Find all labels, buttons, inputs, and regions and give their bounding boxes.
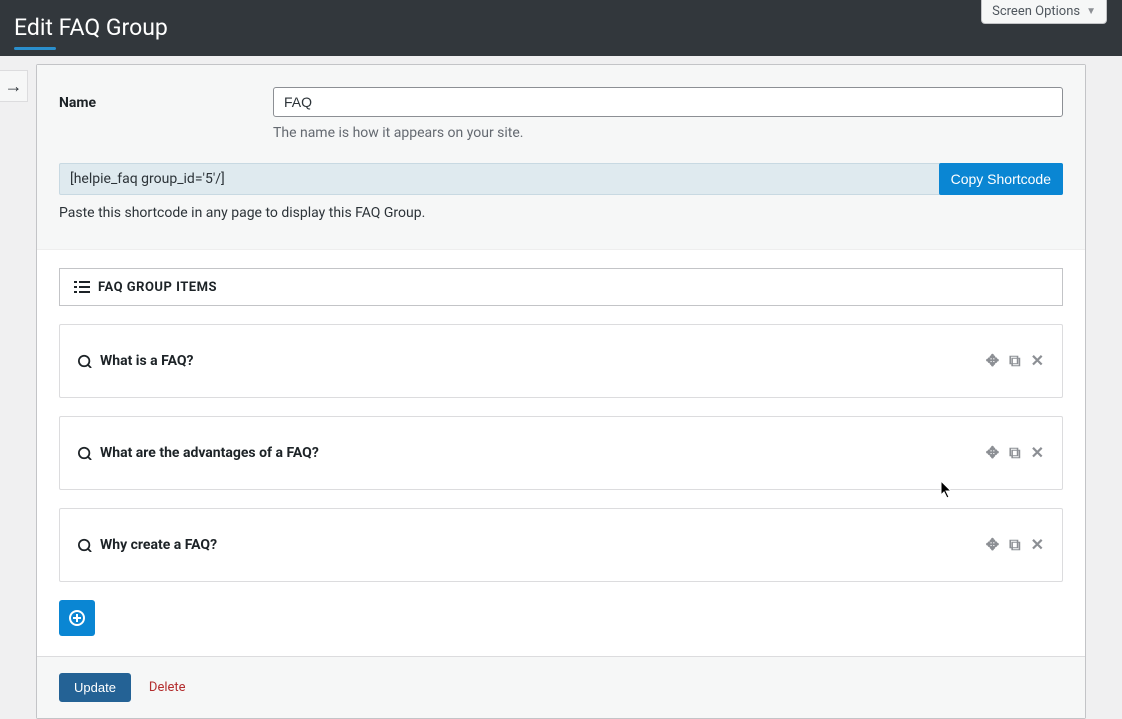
copy-icon[interactable]: ⧉ bbox=[1009, 537, 1020, 553]
move-icon[interactable]: ✥ bbox=[986, 537, 999, 553]
add-faq-button[interactable] bbox=[59, 600, 95, 636]
faq-item[interactable]: What are the advantages of a FAQ? ✥ ⧉ ✕ bbox=[59, 416, 1063, 490]
copy-icon[interactable]: ⧉ bbox=[1009, 445, 1020, 461]
screen-options-label: Screen Options bbox=[992, 4, 1080, 19]
name-input[interactable] bbox=[273, 87, 1063, 117]
list-icon bbox=[74, 279, 90, 295]
edit-faq-metabox: Name The name is how it appears on your … bbox=[36, 64, 1086, 719]
question-icon bbox=[78, 446, 92, 460]
move-icon[interactable]: ✥ bbox=[986, 353, 999, 369]
question-icon bbox=[78, 354, 92, 368]
name-hint-text: The name is how it appears on your site. bbox=[273, 125, 1063, 141]
close-icon[interactable]: ✕ bbox=[1031, 353, 1044, 369]
title-underline bbox=[14, 47, 56, 50]
screen-options-button[interactable]: Screen Options ▼ bbox=[981, 0, 1107, 24]
close-icon[interactable]: ✕ bbox=[1031, 537, 1044, 553]
question-icon bbox=[78, 538, 92, 552]
sidebar-expand-button[interactable]: → bbox=[0, 70, 28, 102]
meta-settings: Name The name is how it appears on your … bbox=[37, 65, 1085, 250]
faq-item[interactable]: Why create a FAQ? ✥ ⧉ ✕ bbox=[59, 508, 1063, 582]
plus-icon bbox=[69, 610, 85, 626]
copy-shortcode-button[interactable]: Copy Shortcode bbox=[939, 163, 1063, 195]
group-items-section: FAQ GROUP ITEMS What is a FAQ? ✥ ⧉ ✕ bbox=[37, 250, 1085, 656]
item-actions: ✥ ⧉ ✕ bbox=[986, 445, 1044, 461]
publish-bar: Update Delete bbox=[37, 656, 1085, 718]
faq-item[interactable]: What is a FAQ? ✥ ⧉ ✕ bbox=[59, 324, 1063, 398]
item-actions: ✥ ⧉ ✕ bbox=[986, 537, 1044, 553]
name-field-label: Name bbox=[59, 87, 249, 111]
page-title: Edit FAQ Group bbox=[0, 0, 1122, 41]
arrow-right-icon: → bbox=[5, 76, 23, 97]
copy-icon[interactable]: ⧉ bbox=[1009, 353, 1020, 369]
close-icon[interactable]: ✕ bbox=[1031, 445, 1044, 461]
shortcode-bar: [helpie_faq group_id='5'/] Copy Shortcod… bbox=[59, 163, 1063, 195]
group-items-header-label: FAQ GROUP ITEMS bbox=[98, 280, 217, 295]
shortcode-section: [helpie_faq group_id='5'/] Copy Shortcod… bbox=[59, 163, 1063, 221]
name-row: Name The name is how it appears on your … bbox=[59, 87, 1063, 141]
main-content: Name The name is how it appears on your … bbox=[0, 64, 1122, 719]
faq-item-title: What are the advantages of a FAQ? bbox=[100, 445, 986, 461]
move-icon[interactable]: ✥ bbox=[986, 445, 999, 461]
group-items-header: FAQ GROUP ITEMS bbox=[59, 268, 1063, 306]
shortcode-text: [helpie_faq group_id='5'/] bbox=[70, 171, 939, 187]
chevron-down-icon: ▼ bbox=[1086, 6, 1096, 17]
admin-top-bar: Screen Options ▼ Edit FAQ Group bbox=[0, 0, 1122, 56]
item-actions: ✥ ⧉ ✕ bbox=[986, 353, 1044, 369]
update-button[interactable]: Update bbox=[59, 673, 131, 702]
shortcode-hint-text: Paste this shortcode in any page to disp… bbox=[59, 205, 1063, 221]
faq-item-title: Why create a FAQ? bbox=[100, 537, 986, 553]
faq-item-title: What is a FAQ? bbox=[100, 353, 986, 369]
delete-link[interactable]: Delete bbox=[149, 680, 186, 695]
